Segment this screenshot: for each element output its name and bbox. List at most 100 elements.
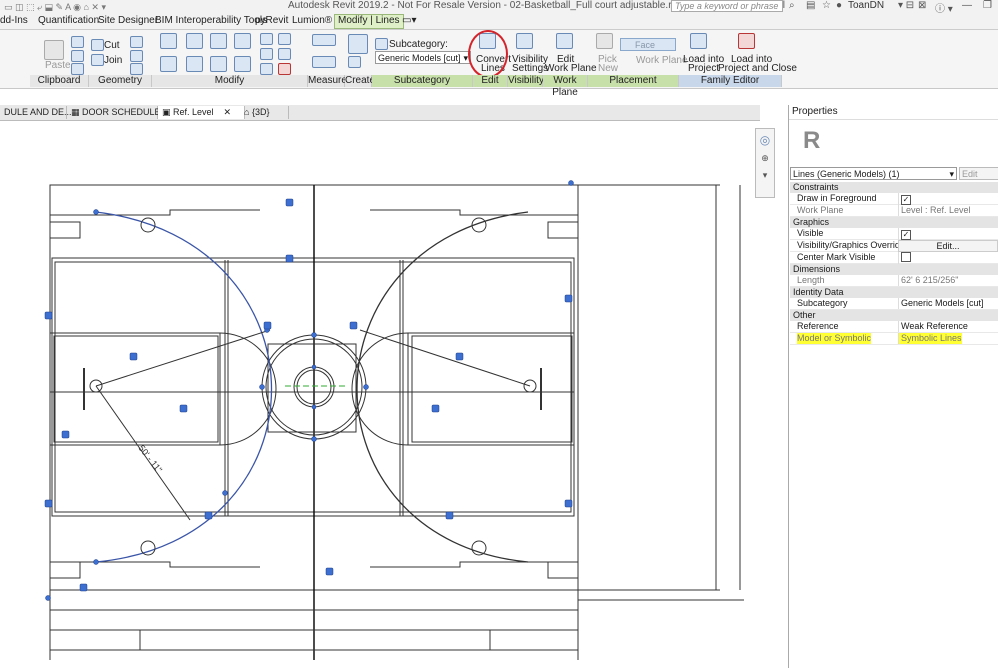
visibility-label-2[interactable]: Settings bbox=[512, 63, 548, 74]
group-identity[interactable]: Identity Data bbox=[790, 287, 998, 298]
prop-key: Subcategory bbox=[797, 298, 848, 308]
ribbon-options-icon[interactable]: ▭▾ bbox=[402, 15, 416, 26]
basketball-court-drawing[interactable]: 50' - 11" bbox=[0, 121, 784, 668]
group-constraints[interactable]: Constraints bbox=[790, 182, 998, 193]
panel-measure: Measure bbox=[308, 75, 347, 87]
group-graphics[interactable]: Graphics bbox=[790, 217, 998, 228]
user-icon[interactable]: ● bbox=[836, 0, 842, 11]
geometry-tool-2-icon[interactable] bbox=[130, 50, 143, 62]
doc-tab-schedule[interactable]: DULE AND DE... bbox=[0, 106, 72, 119]
restore-icon[interactable]: ❐ bbox=[983, 0, 992, 11]
trim-extend-icon[interactable] bbox=[234, 56, 251, 72]
type-selector[interactable]: Lines (Generic Models) (1) bbox=[790, 167, 957, 180]
load-close-label-2[interactable]: Project and Close bbox=[718, 63, 797, 74]
face-button[interactable]: Face bbox=[620, 38, 676, 51]
paste-button[interactable]: Paste bbox=[45, 60, 71, 71]
tab-quantification[interactable]: Quantification bbox=[38, 15, 99, 26]
vg-edit-button[interactable]: Edit... bbox=[898, 240, 998, 252]
steering-wheel-icon[interactable]: ◎ bbox=[756, 133, 774, 147]
doc-tab-3d[interactable]: ⌂ {3D} bbox=[240, 106, 289, 119]
cart-icon[interactable]: ▾ ⊟ bbox=[898, 0, 914, 11]
load-into-project-label-2[interactable]: Project bbox=[688, 63, 719, 74]
prop-key: Work Plane bbox=[797, 205, 844, 215]
mirror-axis-icon[interactable] bbox=[210, 33, 227, 49]
search-input[interactable]: Type a keyword or phrase bbox=[671, 0, 783, 12]
panel-edit: Edit bbox=[473, 75, 508, 87]
geometry-tool-3-icon[interactable] bbox=[130, 63, 143, 75]
subcategory-label: Subcategory: bbox=[389, 39, 448, 50]
close-tab-icon[interactable]: ✕ bbox=[224, 107, 232, 117]
user-name[interactable]: ToanDN bbox=[848, 0, 884, 11]
subscription-icon[interactable]: ▤ bbox=[806, 0, 815, 11]
offset-icon[interactable] bbox=[186, 33, 203, 49]
tab-add-ins[interactable]: dd-Ins bbox=[0, 15, 28, 26]
paste-icon[interactable] bbox=[44, 40, 64, 60]
favorites-icon[interactable]: ☆ bbox=[822, 0, 831, 11]
match-properties-icon[interactable] bbox=[71, 63, 84, 75]
zoom-dropdown-icon[interactable]: ▾ bbox=[756, 170, 774, 181]
align-icon[interactable] bbox=[160, 33, 177, 49]
group-other[interactable]: Other bbox=[790, 310, 998, 321]
cut-geometry-icon[interactable] bbox=[91, 39, 104, 51]
aligned-dimension-icon[interactable] bbox=[312, 56, 336, 68]
copy-element-icon[interactable] bbox=[186, 56, 203, 72]
edit-work-plane-icon[interactable] bbox=[556, 33, 573, 49]
schedule-icon: ▦ bbox=[71, 107, 83, 117]
split-gap-icon[interactable] bbox=[278, 33, 291, 45]
pick-new-label-2[interactable]: New bbox=[598, 63, 618, 74]
quick-access-toolbar[interactable]: ▭ ◫ ⬚ ⤶ ⬓ ✎ A ◉ ⌂ ✕ ▾ bbox=[4, 2, 106, 13]
tab-site-designer[interactable]: Site Designer bbox=[98, 15, 158, 26]
center-mark-checkbox[interactable] bbox=[898, 252, 911, 264]
split-icon[interactable] bbox=[260, 33, 273, 45]
tab-modify-lines[interactable]: Modify | Lines bbox=[334, 14, 404, 29]
join-geometry-icon[interactable] bbox=[91, 54, 104, 66]
array-icon[interactable] bbox=[260, 48, 273, 60]
ribbon-tabs: dd-Ins Quantification Site Designer BIM … bbox=[0, 14, 998, 30]
draw-in-foreground-checkbox[interactable]: ✓ bbox=[898, 193, 911, 205]
subcategory-select[interactable]: Generic Models [cut] bbox=[375, 51, 471, 64]
subcategory-value[interactable]: Generic Models [cut] bbox=[898, 298, 984, 309]
row-length: Length 62' 6 215/256" bbox=[790, 275, 998, 287]
pin-icon[interactable] bbox=[260, 63, 273, 75]
zoom-icon[interactable]: ⊕ bbox=[756, 153, 774, 164]
help-icon[interactable]: ⓘ ▾ bbox=[935, 0, 953, 15]
doc-tab-door-schedule-label: DOOR SCHEDULE bbox=[82, 107, 161, 117]
edit-type-button[interactable]: Edit Type bbox=[959, 167, 998, 191]
join-button[interactable]: Join bbox=[104, 55, 122, 66]
geometry-tool-1-icon[interactable] bbox=[130, 36, 143, 48]
drawing-canvas[interactable]: 50' - 11" bbox=[0, 121, 784, 668]
work-plane-button[interactable]: Work Plane bbox=[636, 55, 688, 66]
tab-lumion[interactable]: Lumion® bbox=[292, 15, 332, 26]
scale-icon[interactable] bbox=[278, 48, 291, 60]
row-model-or-symbolic: Model or Symbolic Symbolic Lines bbox=[790, 333, 998, 345]
reference-value[interactable]: Weak Reference bbox=[898, 321, 968, 332]
edit-work-plane-label-2[interactable]: Work Plane bbox=[545, 63, 597, 74]
search-icon[interactable]: ⌕ bbox=[789, 0, 795, 11]
panel-modify: Modify bbox=[152, 75, 308, 87]
navigation-bar[interactable]: ◎ ⊕ ▾ bbox=[755, 128, 775, 198]
copy-icon[interactable] bbox=[71, 50, 84, 62]
mirror-draw-icon[interactable] bbox=[234, 33, 251, 49]
load-and-close-icon[interactable] bbox=[738, 33, 755, 49]
rotate-icon[interactable] bbox=[210, 56, 227, 72]
cut-scissors-icon[interactable] bbox=[71, 36, 84, 48]
visible-checkbox[interactable]: ✓ bbox=[898, 228, 911, 240]
exchange-icon[interactable]: ⊠ bbox=[918, 0, 926, 11]
measure-icon[interactable] bbox=[312, 34, 336, 46]
pick-new-icon[interactable] bbox=[596, 33, 613, 49]
tab-pyrevit[interactable]: pyRevit bbox=[255, 15, 288, 26]
group-dimensions[interactable]: Dimensions bbox=[790, 264, 998, 275]
doc-tab-ref-level[interactable]: ▣ Ref. Level ✕ bbox=[158, 106, 245, 119]
panel-geometry: Geometry bbox=[89, 75, 152, 87]
create-group-icon[interactable] bbox=[348, 56, 361, 68]
minimize-icon[interactable]: — bbox=[962, 0, 972, 11]
load-into-project-icon[interactable] bbox=[690, 33, 707, 49]
doc-tab-door-schedule[interactable]: ▦ DOOR SCHEDULE bbox=[67, 106, 161, 119]
tab-bim-interop[interactable]: BIM Interoperability Tools bbox=[155, 15, 267, 26]
move-icon[interactable] bbox=[160, 56, 177, 72]
visibility-settings-icon[interactable] bbox=[516, 33, 533, 49]
cut-button[interactable]: Cut bbox=[104, 40, 120, 51]
row-subcategory: Subcategory Generic Models [cut] bbox=[790, 298, 998, 310]
create-similar-icon[interactable] bbox=[348, 34, 368, 54]
delete-icon[interactable] bbox=[278, 63, 291, 75]
